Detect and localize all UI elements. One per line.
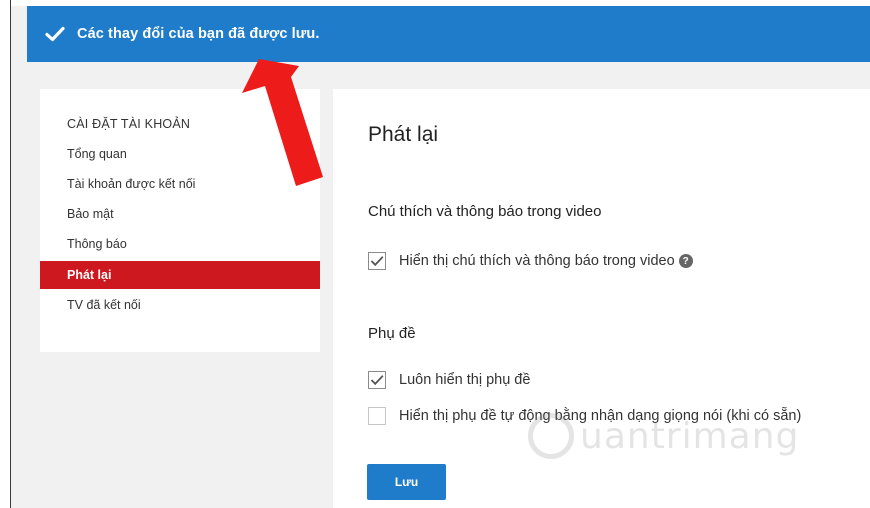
show-annotations-option[interactable]: Hiển thị chú thích và thông báo trong vi… (368, 252, 693, 270)
save-button[interactable]: Lưu (367, 464, 446, 500)
checkmark-icon (33, 26, 77, 42)
auto-captions-checkbox[interactable] (368, 407, 386, 425)
sidebar-item-connected-accounts[interactable]: Tài khoản được kết nối (40, 170, 320, 198)
always-show-captions-label: Luôn hiển thị phụ đề (399, 372, 531, 388)
sidebar-item-connected-tv[interactable]: TV đã kết nối (40, 291, 320, 319)
show-annotations-checkbox[interactable] (368, 252, 386, 270)
sidebar-item-privacy[interactable]: Bảo mật (40, 200, 320, 228)
always-show-captions-checkbox[interactable] (368, 371, 386, 389)
sidebar-item-playback[interactable]: Phát lại (40, 261, 320, 289)
show-annotations-label: Hiển thị chú thích và thông báo trong vi… (399, 253, 675, 269)
window-frame-left (0, 0, 11, 508)
watermark-text: uantrimang (580, 415, 800, 457)
watermark-logo-icon (528, 413, 574, 459)
account-settings-sidebar: CÀI ĐẶT TÀI KHOẢN Tổng quan Tài khoản đư… (40, 89, 320, 352)
page-title: Phát lại (368, 123, 439, 146)
saved-message: Các thay đổi của bạn đã được lưu. (77, 26, 320, 42)
sidebar-heading: CÀI ĐẶT TÀI KHOẢN (67, 117, 191, 131)
sidebar-item-notifications[interactable]: Thông báo (40, 230, 320, 258)
saved-notification-banner: Các thay đổi của bạn đã được lưu. (27, 6, 870, 62)
watermark: uantrimang (528, 413, 799, 459)
question-circle-icon[interactable]: ? (678, 254, 693, 268)
captions-section-heading: Phụ đề (368, 325, 416, 342)
annotations-section-heading: Chú thích và thông báo trong video (368, 203, 602, 220)
sidebar-item-overview[interactable]: Tổng quan (40, 140, 320, 168)
always-show-captions-option[interactable]: Luôn hiển thị phụ đề (368, 371, 530, 389)
